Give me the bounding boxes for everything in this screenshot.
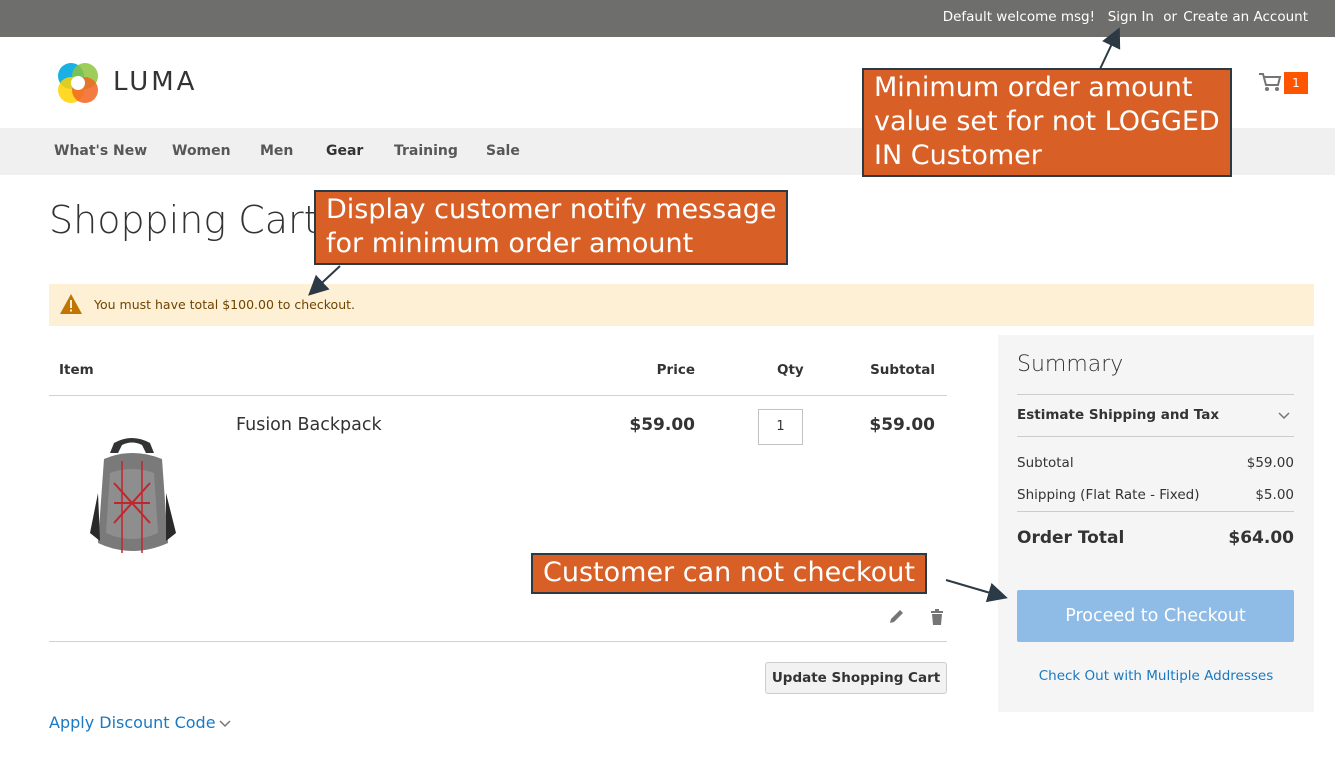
cart-icon[interactable] xyxy=(1258,71,1282,93)
table-bottom-divider xyxy=(49,641,947,642)
multi-address-checkout-link[interactable]: Check Out with Multiple Addresses xyxy=(998,668,1314,684)
update-cart-button[interactable]: Update Shopping Cart xyxy=(765,662,947,694)
page-title: Shopping Cart xyxy=(49,198,319,242)
column-header-item: Item xyxy=(59,362,94,378)
nav-item-training[interactable]: Training xyxy=(394,143,458,159)
top-bar: Default welcome msg! Sign In or Create a… xyxy=(0,0,1335,37)
order-total-value: $64.00 xyxy=(1228,528,1294,548)
estimate-shipping-toggle[interactable]: Estimate Shipping and Tax xyxy=(1017,407,1219,423)
summary-panel: Summary Estimate Shipping and Tax Subtot… xyxy=(998,335,1314,712)
edit-icon[interactable] xyxy=(887,608,905,626)
callout-line: value set for not LOGGED xyxy=(874,106,1220,137)
table-divider xyxy=(49,395,947,396)
create-account-link[interactable]: Create an Account xyxy=(1183,9,1308,25)
luma-logo-icon[interactable] xyxy=(54,59,102,107)
subtotal-label: Subtotal xyxy=(1017,455,1074,471)
product-price: $59.00 xyxy=(629,415,695,435)
chevron-down-icon[interactable] xyxy=(1277,410,1291,420)
proceed-to-checkout-button[interactable]: Proceed to Checkout xyxy=(1017,590,1294,642)
sign-in-link[interactable]: Sign In xyxy=(1108,9,1154,25)
callout-line: IN Customer xyxy=(874,140,1042,171)
column-header-subtotal: Subtotal xyxy=(870,362,935,378)
callout-line: Minimum order amount xyxy=(874,72,1193,103)
notify-callout: Display customer notify message for mini… xyxy=(314,190,789,265)
welcome-message: Default welcome msg! xyxy=(942,9,1095,25)
or-text: or xyxy=(1163,9,1177,25)
trash-icon[interactable] xyxy=(928,608,946,626)
logo-text[interactable]: LUMA xyxy=(113,67,197,97)
product-image[interactable] xyxy=(84,433,180,561)
summary-divider xyxy=(1017,394,1294,395)
no-checkout-callout: Customer can not checkout xyxy=(531,553,927,594)
subtotal-value: $59.00 xyxy=(1246,455,1294,471)
column-header-qty: Qty xyxy=(777,362,804,378)
order-total-label: Order Total xyxy=(1017,528,1125,548)
nav-item-gear[interactable]: Gear xyxy=(326,143,363,159)
arrow-to-checkout xyxy=(945,579,1008,603)
nav-item-sale[interactable]: Sale xyxy=(486,143,520,159)
apply-discount-link[interactable]: Apply Discount Code xyxy=(49,713,216,732)
nav-item-men[interactable]: Men xyxy=(260,143,293,159)
callout-line: for minimum order amount xyxy=(326,228,694,259)
shipping-value: $5.00 xyxy=(1255,487,1294,503)
product-name-link[interactable]: Fusion Backpack xyxy=(236,415,382,435)
summary-divider xyxy=(1017,436,1294,437)
chevron-down-icon[interactable] xyxy=(218,718,232,728)
nav-item-whats-new[interactable]: What's New xyxy=(54,143,147,159)
nav-item-women[interactable]: Women xyxy=(172,143,231,159)
callout-line: Display customer notify message xyxy=(326,194,777,225)
warning-text: You must have total $100.00 to checkout. xyxy=(94,297,355,312)
shipping-label: Shipping (Flat Rate - Fixed) xyxy=(1017,487,1200,503)
callout-line: Customer can not checkout xyxy=(543,557,915,588)
cart-count-badge[interactable]: 1 xyxy=(1284,72,1308,94)
quantity-input[interactable]: 1 xyxy=(758,409,803,445)
summary-divider xyxy=(1017,511,1294,512)
warning-icon xyxy=(60,294,82,314)
min-order-callout: Minimum order amount value set for not L… xyxy=(862,68,1232,177)
product-subtotal: $59.00 xyxy=(869,415,935,435)
warning-message: You must have total $100.00 to checkout. xyxy=(49,284,1314,326)
summary-title: Summary xyxy=(1017,352,1124,377)
column-header-price: Price xyxy=(656,362,695,378)
